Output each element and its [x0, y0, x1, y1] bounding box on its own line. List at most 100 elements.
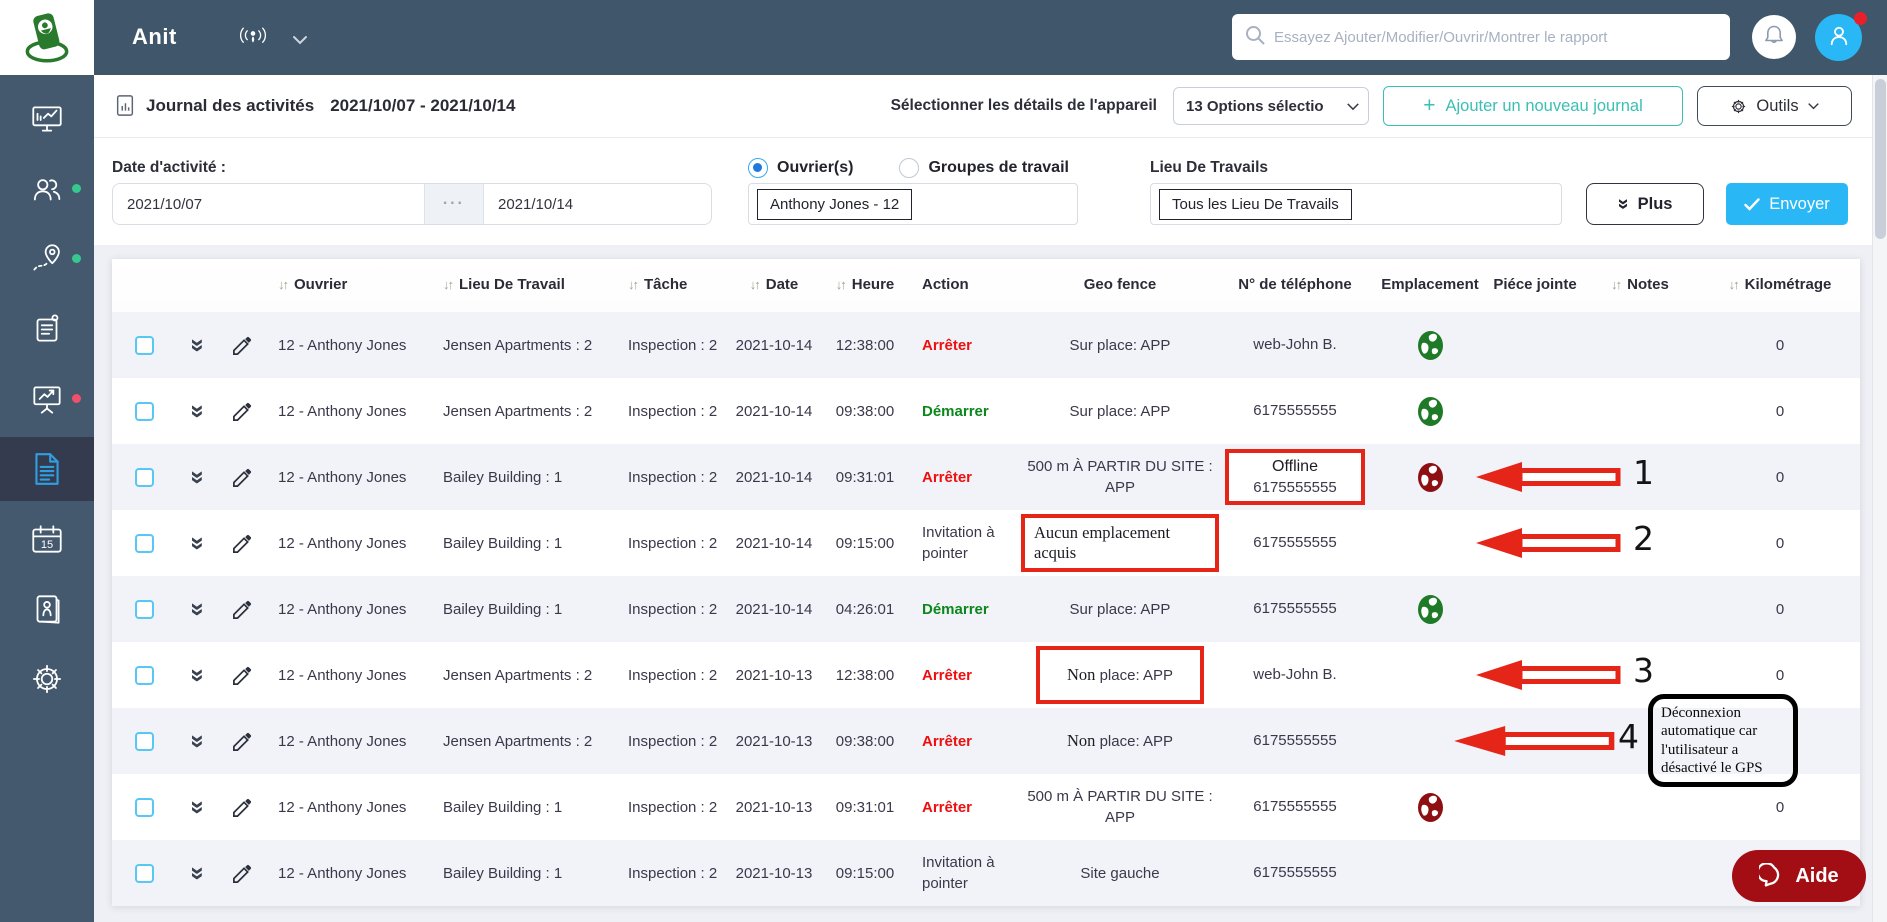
globe-icon[interactable] [1417, 330, 1444, 361]
sort-icon[interactable]: ↓↑ [836, 277, 847, 293]
workgroups-radio[interactable] [899, 158, 920, 178]
worksite-cell: Bailey Building : 1 [443, 468, 563, 486]
mileage-cell: 0 [1775, 600, 1785, 618]
edit-icon[interactable] [231, 532, 254, 555]
sidebar-item-calendar[interactable]: 15 [0, 507, 94, 571]
worksite-cell: Bailey Building : 1 [443, 798, 563, 816]
sidebar-item-board[interactable] [0, 367, 94, 431]
expand-row-icon[interactable]: » [185, 338, 213, 352]
page-title: Journal des activités [146, 96, 315, 115]
sort-icon[interactable]: ↓↑ [750, 277, 761, 293]
expand-row-icon[interactable]: » [185, 800, 213, 814]
expand-row-icon[interactable]: » [185, 866, 213, 880]
edit-icon[interactable] [231, 400, 254, 423]
expand-row-icon[interactable]: » [185, 734, 213, 748]
worker-cell: 12 - Anthony Jones [278, 732, 407, 750]
sidebar-item-notes[interactable] [0, 297, 94, 361]
table-row: » 12 - Anthony Jones Bailey Building : 1 In… [112, 444, 1860, 510]
sort-icon[interactable]: ↓↑ [443, 277, 454, 293]
worker-cell: 12 - Anthony Jones [278, 402, 407, 420]
date-cell: 2021-10-14 [735, 402, 813, 420]
annotation-arrow-number: 2 [1633, 519, 1654, 558]
time-cell: 09:38:00 [835, 402, 895, 420]
submit-button[interactable]: Envoyer [1726, 183, 1848, 225]
edit-icon[interactable] [231, 796, 254, 819]
worksite-cell: Bailey Building : 1 [443, 864, 563, 882]
edit-icon[interactable] [231, 862, 254, 885]
task-cell: Inspection : 2 [628, 534, 718, 552]
row-checkbox[interactable] [134, 335, 154, 355]
date-from-input[interactable] [113, 184, 424, 224]
filters-panel: Date d'activité : ··· Ouvrier(s) Groupes… [94, 138, 1872, 245]
row-checkbox[interactable] [134, 467, 154, 487]
notifications-button[interactable] [1752, 15, 1796, 59]
column-header-label: Tâche [644, 276, 688, 294]
column-header: Piéce jointe [1490, 276, 1580, 295]
edit-icon[interactable] [231, 730, 254, 753]
table-row: » 12 - Anthony Jones Jensen Apartments : 2… [112, 694, 1860, 788]
sort-icon[interactable]: ↓↑ [278, 277, 289, 293]
edit-icon[interactable] [231, 466, 254, 489]
worker-select-input[interactable]: Anthony Jones - 12 [748, 183, 1078, 225]
row-checkbox[interactable] [134, 665, 154, 685]
geofence-cell: 500 m À PARTIR DU SITE : APP [1027, 788, 1213, 826]
row-checkbox[interactable] [134, 731, 154, 751]
tools-button[interactable]: Outils [1697, 86, 1852, 126]
options-select[interactable]: 13 Options sélectio [1173, 87, 1369, 125]
edit-icon[interactable] [231, 664, 254, 687]
row-checkbox[interactable] [134, 863, 154, 883]
add-journal-button[interactable]: + Ajouter un nouveau journal [1383, 86, 1683, 126]
sort-icon[interactable]: ↓↑ [1729, 277, 1740, 293]
worksite-chip[interactable]: Tous les Lieu De Travails [1159, 188, 1352, 220]
globe-icon[interactable] [1417, 396, 1444, 427]
expand-row-icon[interactable]: » [185, 404, 213, 418]
map-icon [33, 244, 60, 271]
column-header-label: Heure [851, 276, 895, 294]
sort-icon[interactable]: ↓↑ [628, 277, 639, 293]
date-to-input[interactable] [484, 184, 711, 224]
globe-icon[interactable] [1417, 594, 1444, 625]
expand-row-icon[interactable]: » [185, 536, 213, 550]
column-header-label: Lieu De Travail [459, 276, 565, 294]
globe-icon[interactable] [1417, 462, 1444, 493]
row-checkbox[interactable] [134, 401, 154, 421]
sidebar-item-handbook[interactable] [0, 577, 94, 641]
edit-icon[interactable] [231, 334, 254, 357]
sidebar-item-map[interactable] [0, 227, 94, 291]
date-cell: 2021-10-13 [735, 864, 813, 882]
task-cell: Inspection : 2 [628, 666, 718, 684]
table-row: » 12 - Anthony Jones Jensen Apartments : 2… [112, 312, 1860, 378]
tracking-icon[interactable] [238, 23, 268, 56]
workers-radio-label: Ouvrier(s) [777, 159, 854, 176]
geofence-cell: Non place: APP [1067, 731, 1173, 751]
sidebar-item-dashboard[interactable] [0, 87, 94, 151]
search-input[interactable] [1274, 28, 1718, 46]
brand-chevron-down-icon[interactable] [292, 32, 308, 50]
date-range-separator[interactable]: ··· [423, 184, 484, 224]
scrollbar-thumb[interactable] [1875, 79, 1886, 239]
sidebar-item-users[interactable] [0, 157, 94, 221]
more-filters-button[interactable]: » Plus [1586, 183, 1704, 225]
workers-radio[interactable] [748, 158, 768, 178]
row-checkbox[interactable] [134, 797, 154, 817]
worksite-select-input[interactable]: Tous les Lieu De Travails [1150, 183, 1562, 225]
expand-row-icon[interactable]: » [185, 470, 213, 484]
options-select-value: 13 Options sélectio [1186, 97, 1324, 115]
column-header-label: Notes [1627, 276, 1669, 294]
globe-icon[interactable] [1417, 792, 1444, 823]
sort-icon[interactable]: ↓↑ [1611, 277, 1622, 293]
sidebar-item-settings[interactable] [0, 647, 94, 711]
expand-row-icon[interactable]: » [185, 668, 213, 682]
row-checkbox[interactable] [134, 533, 154, 553]
vertical-scrollbar[interactable] [1872, 75, 1887, 922]
row-checkbox[interactable] [134, 599, 154, 619]
help-button[interactable]: Aide [1732, 850, 1866, 902]
worker-chip[interactable]: Anthony Jones - 12 [757, 188, 913, 220]
annotation-arrow-number: 1 [1633, 453, 1654, 492]
sidebar-item-journal[interactable] [0, 437, 94, 501]
action-cell: Arrêter [922, 666, 973, 684]
task-cell: Inspection : 2 [628, 468, 718, 486]
expand-row-icon[interactable]: » [185, 602, 213, 616]
app-logo[interactable] [0, 0, 94, 75]
edit-icon[interactable] [231, 598, 254, 621]
